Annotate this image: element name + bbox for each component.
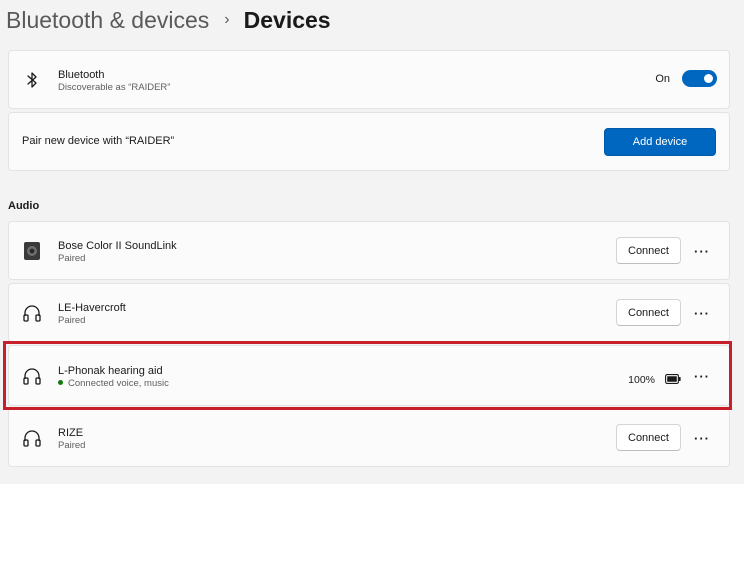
headphones-icon [21,427,43,449]
breadcrumb: Bluetooth & devices › Devices [6,4,331,36]
device-status: Paired [58,315,86,326]
device-name: RIZE [58,427,84,439]
device-status: Paired [58,253,86,264]
device-row-bose[interactable]: Bose Color II SoundLink Paired Connect ·… [8,221,730,280]
add-device-button[interactable]: Add device [604,128,716,156]
device-row-l-phonak[interactable]: L-Phonak hearing aid Connected voice, mu… [8,345,730,406]
device-name: LE-Havercroft [58,302,126,314]
device-status-text: Connected voice, music [68,378,169,389]
pair-device-label: Pair new device with “RAIDER” [22,135,175,147]
toggle-knob [704,74,713,83]
device-status: Connected voice, music [58,378,169,390]
audio-section-label: Audio [8,200,40,212]
device-row-le-havercroft[interactable]: LE-Havercroft Paired Connect ··· [8,283,730,342]
chevron-right-icon: › [224,11,230,28]
speaker-icon [21,240,43,262]
headphones-icon [21,302,43,324]
connected-dot [58,380,63,385]
device-status: Paired [58,440,86,451]
settings-panel: Bluetooth & devices › Devices Bluetooth … [0,0,744,484]
battery-icon [665,371,681,389]
more-options-icon[interactable]: ··· [691,430,713,446]
page-title: Devices [243,6,331,33]
headphones-icon [21,365,43,387]
connect-button-bose[interactable]: Connect [616,237,681,264]
bluetooth-toggle-label: On [655,72,670,85]
bluetooth-icon [21,69,43,91]
device-row-rize[interactable]: RIZE Paired Connect ··· [8,408,730,467]
connect-button-le-havercroft[interactable]: Connect [616,299,681,326]
pair-device-card: Pair new device with “RAIDER” Add device [8,112,730,171]
device-name: L-Phonak hearing aid [58,365,163,377]
bluetooth-title: Bluetooth [58,69,105,81]
bluetooth-toggle[interactable] [682,70,717,87]
bluetooth-subtitle: Discoverable as “RAIDER” [58,82,171,93]
more-options-icon[interactable]: ··· [691,368,713,384]
breadcrumb-parent-link[interactable]: Bluetooth & devices [6,7,209,34]
more-options-icon[interactable]: ··· [691,243,713,259]
bluetooth-card: Bluetooth Discoverable as “RAIDER” On [8,50,730,109]
more-options-icon[interactable]: ··· [691,305,713,321]
connect-button-rize[interactable]: Connect [616,424,681,451]
battery-percentage: 100% [628,374,655,386]
device-name: Bose Color II SoundLink [58,240,177,252]
